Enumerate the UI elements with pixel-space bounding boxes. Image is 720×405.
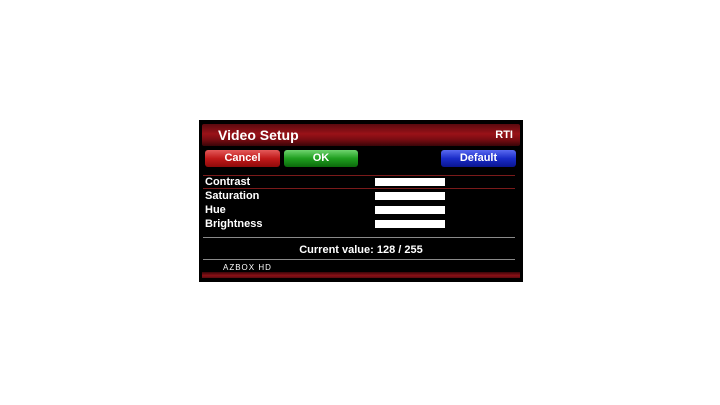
- setting-label-contrast: Contrast: [205, 176, 251, 188]
- video-setup-dialog: Video Setup RTI Cancel OK Default Contra…: [199, 120, 523, 282]
- setting-row-contrast[interactable]: Contrast: [205, 175, 515, 189]
- brightness-slider[interactable]: [375, 220, 445, 228]
- setting-row-saturation[interactable]: Saturation: [205, 189, 515, 203]
- current-value-readout: Current value: 128 / 255: [299, 244, 423, 256]
- ok-button[interactable]: OK: [284, 150, 358, 167]
- brightness-slider-fill: [375, 220, 445, 228]
- default-button[interactable]: Default: [441, 150, 516, 167]
- brand-logo: AZBOX HD: [223, 263, 272, 272]
- setting-label-brightness: Brightness: [205, 218, 263, 230]
- contrast-slider[interactable]: [375, 178, 445, 186]
- saturation-slider-fill: [375, 192, 445, 200]
- hue-slider-fill: [375, 206, 445, 214]
- separator-status-top: [203, 237, 515, 238]
- bottom-bar: [202, 272, 520, 278]
- dialog-title: Video Setup: [218, 127, 299, 143]
- channel-name: RTI: [495, 129, 513, 141]
- setting-label-saturation: Saturation: [205, 190, 260, 202]
- setting-row-brightness[interactable]: Brightness: [205, 217, 515, 231]
- setting-row-hue[interactable]: Hue: [205, 203, 515, 217]
- setting-label-hue: Hue: [205, 204, 226, 216]
- separator-status-bottom: [203, 259, 515, 260]
- hue-slider[interactable]: [375, 206, 445, 214]
- cancel-button[interactable]: Cancel: [205, 150, 280, 167]
- saturation-slider[interactable]: [375, 192, 445, 200]
- contrast-slider-fill: [375, 178, 445, 186]
- title-bar: Video Setup RTI: [202, 124, 520, 146]
